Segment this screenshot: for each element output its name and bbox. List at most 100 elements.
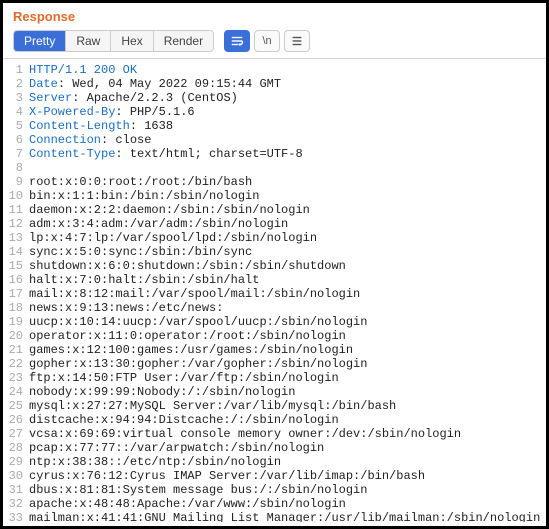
code-line: 17mail:x:8:12:mail:/var/spool/mail:/sbin… — [3, 287, 546, 301]
view-tabs: PrettyRawHexRender — [13, 30, 214, 52]
view-options-button[interactable] — [284, 30, 310, 52]
code-line: 16halt:x:7:0:halt:/sbin:/sbin/halt — [3, 273, 546, 287]
line-content: daemon:x:2:2:daemon:/sbin:/sbin/nologin — [29, 203, 310, 217]
line-number: 15 — [3, 259, 29, 273]
line-number: 13 — [3, 231, 29, 245]
line-content: mail:x:8:12:mail:/var/spool/mail:/sbin/n… — [29, 287, 360, 301]
line-content: bin:x:1:1:bin:/bin:/sbin/nologin — [29, 189, 259, 203]
line-number: 28 — [3, 441, 29, 455]
line-content: adm:x:3:4:adm:/var/adm:/sbin/nologin — [29, 217, 288, 231]
line-number: 33 — [3, 511, 29, 522]
line-number: 6 — [3, 133, 29, 147]
line-content: shutdown:x:6:0:shutdown:/sbin:/sbin/shut… — [29, 259, 346, 273]
panel-title: Response — [3, 3, 546, 28]
line-content: operator:x:11:0:operator:/root:/sbin/nol… — [29, 329, 346, 343]
wrap-toggle-button[interactable] — [224, 30, 250, 52]
code-line: 11daemon:x:2:2:daemon:/sbin:/sbin/nologi… — [3, 203, 546, 217]
line-content: Content-Type: text/html; charset=UTF-8 — [29, 147, 303, 161]
tab-render[interactable]: Render — [154, 31, 213, 51]
line-content: pcap:x:77:77::/var/arpwatch:/sbin/nologi… — [29, 441, 324, 455]
code-line: 33mailman:x:41:41:GNU Mailing List Manag… — [3, 511, 546, 522]
line-number: 17 — [3, 287, 29, 301]
line-content: HTTP/1.1 200 OK — [29, 63, 137, 77]
line-number: 23 — [3, 371, 29, 385]
code-line: 7Content-Type: text/html; charset=UTF-8 — [3, 147, 546, 161]
line-number: 19 — [3, 315, 29, 329]
code-line: 29ntp:x:38:38::/etc/ntp:/sbin/nologin — [3, 455, 546, 469]
code-line: 24nobody:x:99:99:Nobody:/:/sbin/nologin — [3, 385, 546, 399]
code-line: 19uucp:x:10:14:uucp:/var/spool/uucp:/sbi… — [3, 315, 546, 329]
line-content: games:x:12:100:games:/usr/games:/sbin/no… — [29, 343, 353, 357]
line-content: ftp:x:14:50:FTP User:/var/ftp:/sbin/nolo… — [29, 371, 339, 385]
code-line: 32apache:x:48:48:Apache:/var/www:/sbin/n… — [3, 497, 546, 511]
line-number: 12 — [3, 217, 29, 231]
code-line: 10bin:x:1:1:bin:/bin:/sbin/nologin — [3, 189, 546, 203]
tab-pretty[interactable]: Pretty — [14, 31, 66, 51]
code-line: 20operator:x:11:0:operator:/root:/sbin/n… — [3, 329, 546, 343]
line-content: nobody:x:99:99:Nobody:/:/sbin/nologin — [29, 385, 295, 399]
code-line: 27vcsa:x:69:69:virtual console memory ow… — [3, 427, 546, 441]
line-number: 7 — [3, 147, 29, 161]
line-number: 10 — [3, 189, 29, 203]
line-content: root:x:0:0:root:/root:/bin/bash — [29, 175, 252, 189]
line-number: 14 — [3, 245, 29, 259]
line-content: mailman:x:41:41:GNU Mailing List Manager… — [29, 511, 540, 522]
code-line: 14sync:x:5:0:sync:/sbin:/bin/sync — [3, 245, 546, 259]
line-content: uucp:x:10:14:uucp:/var/spool/uucp:/sbin/… — [29, 315, 367, 329]
line-number: 4 — [3, 105, 29, 119]
code-line: 28pcap:x:77:77::/var/arpwatch:/sbin/nolo… — [3, 441, 546, 455]
line-content: news:x:9:13:news:/etc/news: — [29, 301, 223, 315]
line-content: distcache:x:94:94:Distcache:/:/sbin/nolo… — [29, 413, 339, 427]
code-line: 21games:x:12:100:games:/usr/games:/sbin/… — [3, 343, 546, 357]
code-line: 4X-Powered-By: PHP/5.1.6 — [3, 105, 546, 119]
line-number: 29 — [3, 455, 29, 469]
tool-group: \n — [224, 30, 310, 52]
line-number: 9 — [3, 175, 29, 189]
tab-raw[interactable]: Raw — [66, 31, 111, 51]
response-body[interactable]: 1HTTP/1.1 200 OK2Date: Wed, 04 May 2022 … — [3, 59, 546, 522]
code-line: 3Server: Apache/2.2.3 (CentOS) — [3, 91, 546, 105]
line-number: 18 — [3, 301, 29, 315]
code-line: 23ftp:x:14:50:FTP User:/var/ftp:/sbin/no… — [3, 371, 546, 385]
line-content: Content-Length: 1638 — [29, 119, 173, 133]
line-number: 20 — [3, 329, 29, 343]
wrap-toggle-icon — [230, 34, 244, 48]
code-line: 2Date: Wed, 04 May 2022 09:15:44 GMT — [3, 77, 546, 91]
line-number: 1 — [3, 63, 29, 77]
code-line: 31dbus:x:81:81:System message bus:/:/sbi… — [3, 483, 546, 497]
code-line: 9root:x:0:0:root:/root:/bin/bash — [3, 175, 546, 189]
code-line: 26distcache:x:94:94:Distcache:/:/sbin/no… — [3, 413, 546, 427]
line-number: 11 — [3, 203, 29, 217]
line-content: cyrus:x:76:12:Cyrus IMAP Server:/var/lib… — [29, 469, 425, 483]
line-number: 5 — [3, 119, 29, 133]
menu-icon — [290, 34, 304, 48]
line-content: ntp:x:38:38::/etc/ntp:/sbin/nologin — [29, 455, 281, 469]
tab-hex[interactable]: Hex — [111, 31, 153, 51]
code-line: 8 — [3, 161, 546, 175]
line-number: 30 — [3, 469, 29, 483]
line-number: 25 — [3, 399, 29, 413]
code-line: 6Connection: close — [3, 133, 546, 147]
line-content: mysql:x:27:27:MySQL Server:/var/lib/mysq… — [29, 399, 396, 413]
line-content: Date: Wed, 04 May 2022 09:15:44 GMT — [29, 77, 281, 91]
line-number: 24 — [3, 385, 29, 399]
line-content: lp:x:4:7:lp:/var/spool/lpd:/sbin/nologin — [29, 231, 317, 245]
line-content: sync:x:5:0:sync:/sbin:/bin/sync — [29, 245, 252, 259]
newline-icon: \n — [262, 35, 271, 47]
line-content: vcsa:x:69:69:virtual console memory owne… — [29, 427, 461, 441]
line-content: Connection: close — [29, 133, 151, 147]
line-number: 8 — [3, 161, 29, 175]
line-content: X-Powered-By: PHP/5.1.6 — [29, 105, 195, 119]
line-content: dbus:x:81:81:System message bus:/:/sbin/… — [29, 483, 367, 497]
toolbar: PrettyRawHexRender \n — [3, 28, 546, 59]
code-line: 13lp:x:4:7:lp:/var/spool/lpd:/sbin/nolog… — [3, 231, 546, 245]
code-line: 5Content-Length: 1638 — [3, 119, 546, 133]
show-newlines-button[interactable]: \n — [254, 30, 280, 52]
code-line: 15shutdown:x:6:0:shutdown:/sbin:/sbin/sh… — [3, 259, 546, 273]
code-line: 22gopher:x:13:30:gopher:/var/gopher:/sbi… — [3, 357, 546, 371]
line-number: 2 — [3, 77, 29, 91]
line-number: 26 — [3, 413, 29, 427]
code-line: 25mysql:x:27:27:MySQL Server:/var/lib/my… — [3, 399, 546, 413]
line-content: gopher:x:13:30:gopher:/var/gopher:/sbin/… — [29, 357, 367, 371]
code-line: 1HTTP/1.1 200 OK — [3, 63, 546, 77]
